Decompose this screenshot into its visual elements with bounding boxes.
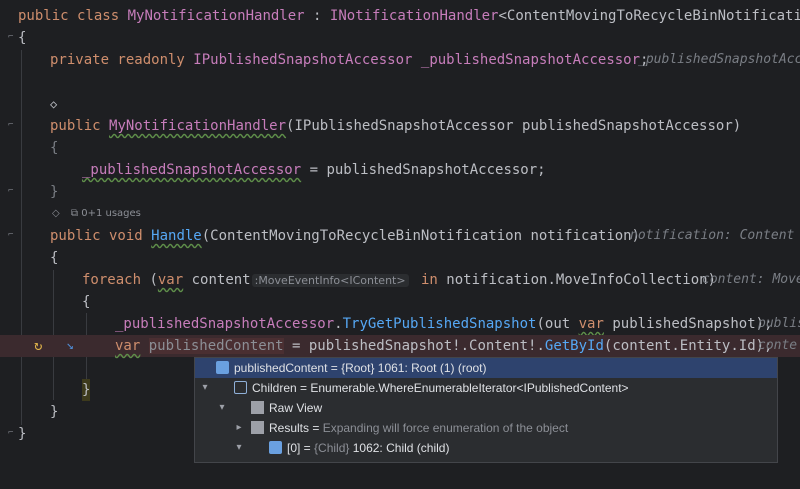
usages-icon: ⧉ — [70, 208, 79, 219]
tree-row[interactable]: ▾ Results = Expanding will force enumera… — [195, 418, 777, 453]
code-line[interactable]: public MyNotificationHandler(IPublishedS… — [0, 115, 800, 137]
keyword: in — [412, 272, 447, 288]
code-line[interactable]: ◇ — [0, 93, 800, 115]
code-text: } — [50, 184, 59, 200]
code-text: notification.MoveInfoCollection — [446, 272, 708, 288]
raw-view-label: Raw View — [269, 401, 323, 415]
code-text: { — [50, 250, 59, 266]
item-value: 1062: Child (child) — [349, 441, 450, 455]
item-value: = — [300, 441, 315, 455]
variable-icon — [216, 361, 229, 374]
code-line-execution-point[interactable]: ↻ ↘ var publishedContent = publishedSnap… — [0, 335, 800, 357]
variable-value: = {Root} 1061: Root (1) (root) — [327, 361, 487, 375]
code-line[interactable]: { — [0, 137, 800, 159]
code-line[interactable]: _publishedSnapshotAccessor.TryGetPublish… — [0, 313, 800, 335]
raw-view-icon — [251, 401, 264, 414]
variable-name[interactable]: content — [183, 272, 251, 288]
code-vision-icon: ◇ — [52, 208, 60, 219]
method-name[interactable]: Handle — [151, 228, 202, 244]
code-line[interactable]: private readonly IPublishedSnapshotAcces… — [0, 49, 800, 71]
method-name[interactable]: GetById — [545, 338, 604, 354]
type-inlay-hint: :MoveEventInfo<IContent> — [251, 274, 409, 287]
code-text: (content.Entity.Id); — [603, 338, 773, 354]
code-text: ( — [141, 272, 158, 288]
code-text: (out — [536, 316, 579, 332]
code-line[interactable]: { — [0, 27, 800, 49]
code-text: = publishedSnapshotAccessor; — [301, 162, 546, 178]
inline-value-hint: publis — [758, 316, 800, 331]
keyword: var — [157, 272, 184, 288]
tree-row[interactable]: ▸ [0] = {Child} 1062: Child (child) — [195, 438, 777, 458]
tree-row[interactable]: ▾ publishedContent = {Root} 1061: Root (… — [195, 358, 777, 393]
code-text: <ContentMovingToRecycleBinNotification> — [498, 8, 800, 24]
item-type: {Child} — [314, 441, 350, 455]
type-name[interactable]: IPublishedSnapshotAccessor — [193, 52, 412, 68]
results-icon — [251, 421, 264, 434]
usages-label[interactable]: 0+1 usages — [81, 208, 141, 219]
code-line[interactable]: foreach (var content:MoveEventInfo<ICont… — [0, 269, 800, 291]
variable-name[interactable]: publishedContent — [148, 338, 284, 354]
code-text: : — [304, 8, 330, 24]
code-line[interactable]: public void Handle(ContentMovingToRecycl… — [0, 225, 800, 247]
code-text: } — [82, 379, 91, 401]
code-text: (ContentMovingToRecycleBinNotification n… — [201, 228, 641, 244]
keyword: public — [50, 118, 101, 134]
results-label: Results — [269, 421, 310, 435]
code-text: = publishedSnapshot!.Content!. — [283, 338, 545, 354]
code-text: { — [18, 30, 27, 46]
code-line[interactable]: } — [0, 181, 800, 203]
keyword: private readonly — [50, 52, 185, 68]
execution-point-icon[interactable]: ↻ — [34, 335, 42, 357]
inline-value-hint: notification: Content — [630, 228, 795, 243]
code-text: { — [82, 294, 91, 310]
code-text: publishedSnapshot); — [603, 316, 773, 332]
property-name: Children — [252, 381, 297, 395]
code-vision-icon[interactable]: ◇ — [50, 93, 57, 115]
keyword: public class — [18, 8, 120, 24]
keyword: var — [115, 338, 141, 354]
variable-name: publishedContent — [234, 361, 328, 375]
item-index: [0] — [287, 441, 301, 455]
results-note: Expanding will force enumeration of the … — [322, 421, 569, 435]
results-value: = — [309, 421, 323, 435]
code-line[interactable]: { — [0, 291, 800, 313]
class-name[interactable]: MyNotificationHandler — [128, 8, 305, 24]
property-icon — [234, 381, 247, 394]
field-name[interactable]: _publishedSnapshotAccessor — [82, 162, 301, 178]
code-text: { — [50, 140, 59, 156]
code-text: (IPublishedSnapshotAccessor publishedSna… — [286, 118, 742, 134]
inline-value-hint: conte — [758, 338, 798, 353]
interface-name[interactable]: INotificationHandler — [330, 8, 499, 24]
property-value: = Enumerable.WhereEnumerableIterator<IPu… — [296, 381, 629, 395]
field-name[interactable]: _publishedSnapshotAccessor — [421, 52, 640, 68]
field-name[interactable]: _publishedSnapshotAccessor — [115, 316, 334, 332]
keyword: var — [578, 316, 604, 332]
inline-value-hint: content: Move — [702, 272, 800, 287]
inline-value-hint: _publishedSnapshotAcc — [638, 52, 800, 67]
debugger-value-popup[interactable]: ▾ publishedContent = {Root} 1061: Root (… — [194, 357, 778, 463]
code-line[interactable]: { — [0, 247, 800, 269]
keyword: foreach — [82, 272, 142, 288]
keyword: public void — [50, 228, 143, 244]
item-icon — [269, 441, 282, 454]
tree-row[interactable]: ▸ Raw View — [195, 398, 777, 433]
method-name[interactable]: TryGetPublishedSnapshot — [343, 316, 537, 332]
tree-row[interactable]: ▾ Children = Enumerable.WhereEnumerableI… — [195, 378, 777, 413]
code-line[interactable]: public class MyNotificationHandler : INo… — [0, 5, 800, 27]
constructor-name[interactable]: MyNotificationHandler — [109, 118, 286, 134]
code-text: } — [18, 426, 27, 442]
step-into-icon[interactable]: ↘ — [66, 335, 74, 357]
code-text: } — [50, 404, 59, 420]
code-text: . — [334, 316, 343, 332]
usages-hint[interactable]: ◇ ⧉ 0+1 usages — [52, 205, 141, 223]
code-line[interactable]: _publishedSnapshotAccessor = publishedSn… — [0, 159, 800, 181]
